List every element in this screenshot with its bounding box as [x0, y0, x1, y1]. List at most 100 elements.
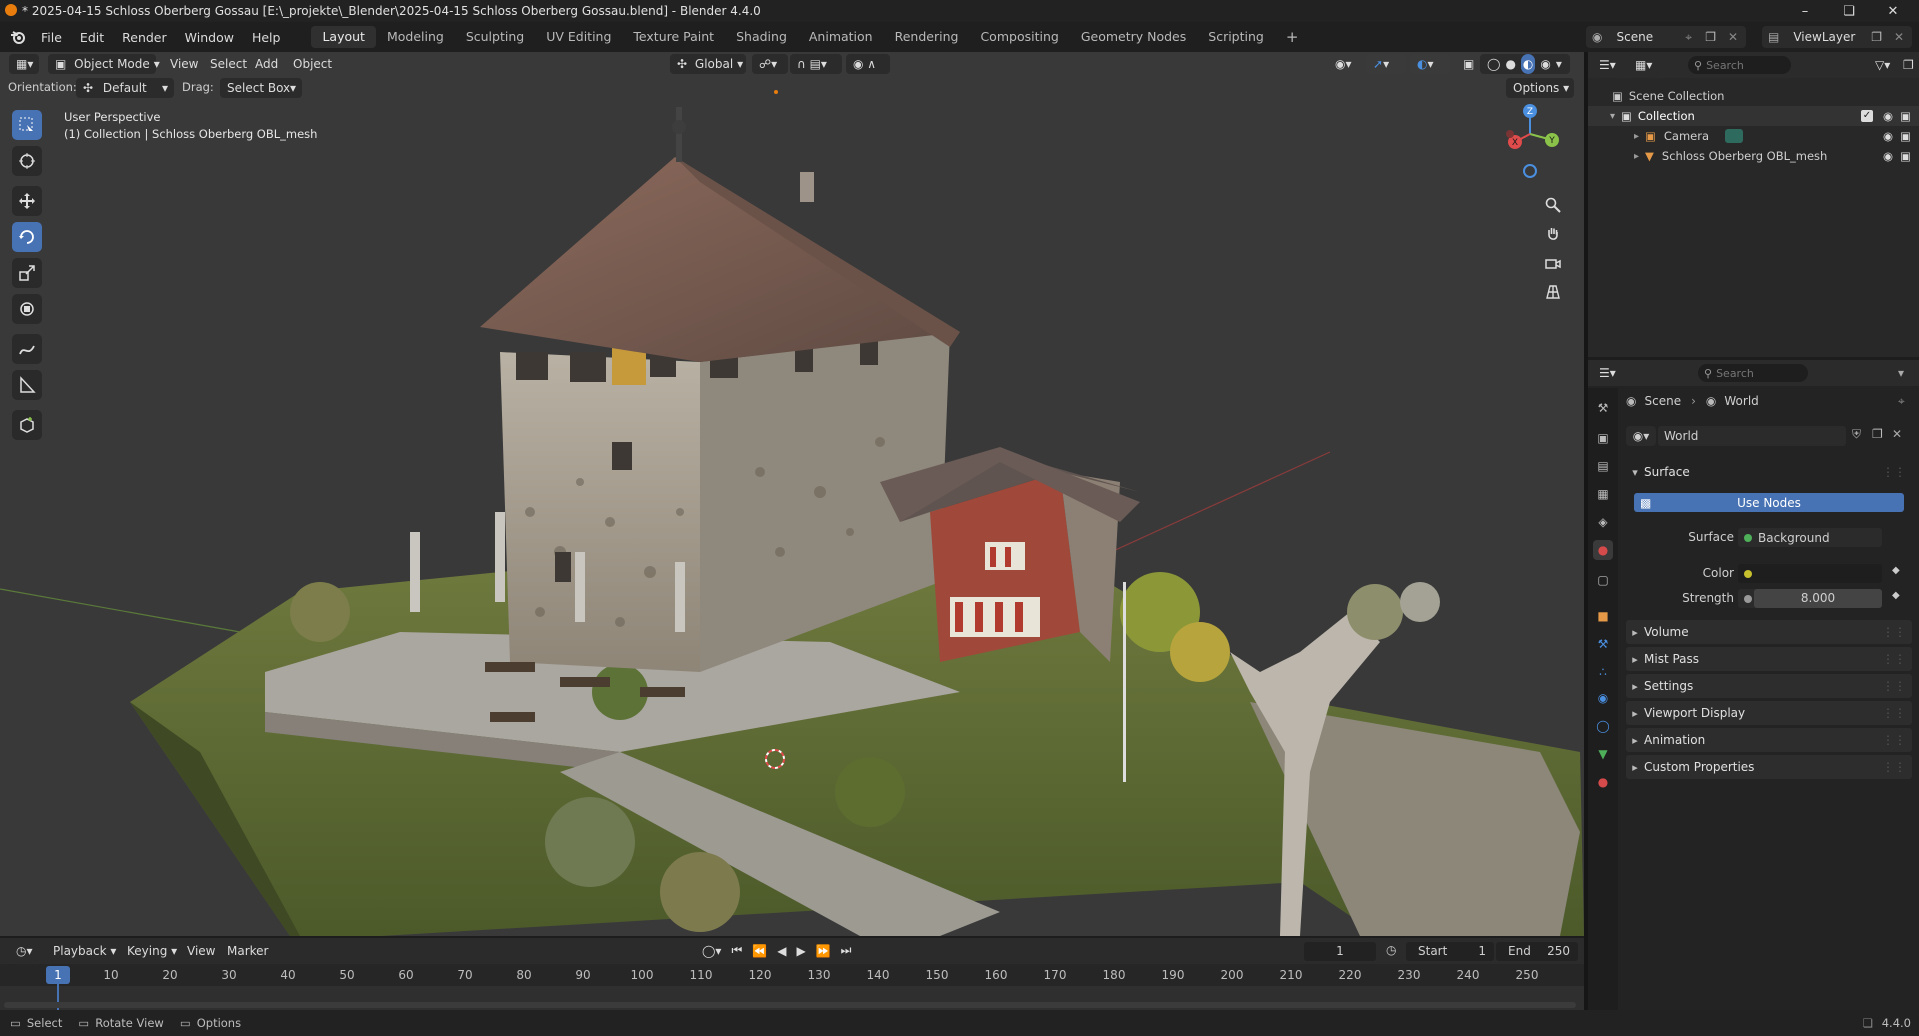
viewport-menu-select[interactable]: Select: [203, 54, 254, 74]
workspace-tab-geometry-nodes[interactable]: Geometry Nodes: [1070, 26, 1197, 48]
tab-tool-icon[interactable]: ⚒: [1593, 398, 1613, 418]
visibility-eye-icon[interactable]: ◉: [1883, 109, 1893, 123]
transform-tool[interactable]: [12, 294, 42, 324]
outliner-row-mesh[interactable]: ▸ ▼ Schloss Oberberg OBL_mesh ◉ ▣: [1588, 146, 1919, 166]
tab-object-icon[interactable]: ■: [1593, 606, 1613, 626]
maximize-button[interactable]: ❏: [1827, 0, 1871, 22]
pivot-point-selector[interactable]: ☍▾: [752, 54, 788, 74]
timeline-scrollbar[interactable]: [4, 1002, 1576, 1008]
outliner-search[interactable]: ⚲: [1688, 56, 1791, 74]
tab-particles-icon[interactable]: ∴: [1593, 662, 1613, 682]
cursor-tool[interactable]: [12, 146, 42, 176]
workspace-tab-animation[interactable]: Animation: [798, 26, 884, 48]
strength-value[interactable]: 8.000: [1754, 589, 1882, 608]
playhead-frame-indicator[interactable]: 1: [46, 966, 70, 984]
material-shading-icon[interactable]: ◐: [1520, 54, 1536, 74]
rotate-tool[interactable]: [12, 222, 42, 252]
camera-data-icon[interactable]: [1725, 129, 1744, 143]
unlink-world-icon[interactable]: ✕: [1892, 427, 1902, 441]
gizmo-toggle[interactable]: ➚▾: [1366, 54, 1406, 74]
xray-toggle[interactable]: ▣: [1456, 54, 1478, 74]
breadcrumb-world[interactable]: World: [1724, 394, 1758, 408]
shading-mode-switcher[interactable]: ◯ ● ◐ ◉ ▾: [1480, 54, 1570, 74]
world-browse-button[interactable]: ◉▾: [1626, 426, 1656, 446]
custom-properties-panel[interactable]: ▸ Custom Properties ⋮⋮: [1626, 755, 1912, 779]
tab-world-icon[interactable]: ●: [1593, 540, 1613, 560]
snapping-toggle[interactable]: ∩ ▤▾: [790, 54, 842, 74]
annotate-tool[interactable]: [12, 334, 42, 364]
workspace-tab-rendering[interactable]: Rendering: [884, 26, 970, 48]
workspace-tab-uv-editing[interactable]: UV Editing: [535, 26, 622, 48]
add-workspace-icon[interactable]: +: [1275, 26, 1310, 48]
transform-orientation-selector[interactable]: ✣ Global ▾: [670, 54, 746, 74]
workspace-tab-sculpting[interactable]: Sculpting: [455, 26, 535, 48]
drag-handle-icon[interactable]: ⋮⋮: [1882, 760, 1906, 774]
measure-tool[interactable]: [12, 370, 42, 400]
scale-tool[interactable]: [12, 258, 42, 288]
mist-pass-panel[interactable]: ▸ Mist Pass ⋮⋮: [1626, 647, 1912, 671]
render-camera-icon[interactable]: ▣: [1900, 149, 1911, 163]
drag-handle-icon[interactable]: ⋮⋮: [1882, 465, 1906, 479]
drag-handle-icon[interactable]: ⋮⋮: [1882, 652, 1906, 666]
tab-data-icon[interactable]: ▼: [1593, 744, 1613, 764]
tab-output-icon[interactable]: ▤: [1593, 456, 1613, 476]
fake-user-shield-icon[interactable]: ⛨: [1852, 427, 1861, 442]
collapse-chevron-icon[interactable]: ▾: [1610, 111, 1615, 122]
remove-view-layer-icon[interactable]: ✕: [1894, 30, 1904, 44]
duplicate-world-icon[interactable]: ❐: [1872, 427, 1883, 441]
viewport-display-panel[interactable]: ▸ Viewport Display ⋮⋮: [1626, 701, 1912, 725]
surface-panel-header[interactable]: ▾ Surface ⋮⋮: [1626, 460, 1912, 484]
navigation-gizmo[interactable]: Z Y X: [1495, 102, 1565, 192]
camera-view-icon[interactable]: [1540, 250, 1566, 276]
tab-render-icon[interactable]: ▣: [1593, 428, 1613, 448]
tab-view-layer-icon[interactable]: ▦: [1593, 484, 1613, 504]
settings-panel[interactable]: ▸ Settings ⋮⋮: [1626, 674, 1912, 698]
filter-icon[interactable]: ▽▾: [1868, 55, 1898, 75]
workspace-tab-compositing[interactable]: Compositing: [969, 26, 1069, 48]
world-name-field[interactable]: World: [1658, 426, 1846, 446]
menu-render[interactable]: Render: [113, 30, 176, 45]
blender-menu-icon[interactable]: [10, 30, 26, 44]
select-box-tool[interactable]: [12, 110, 42, 140]
workspace-tab-modeling[interactable]: Modeling: [376, 26, 455, 48]
animation-panel[interactable]: ▸ Animation ⋮⋮: [1626, 728, 1912, 752]
outliner-row-collection[interactable]: ▾ ▣ Collection ✓ ◉ ▣: [1588, 106, 1919, 126]
options-dropdown[interactable]: Options ▾: [1506, 78, 1574, 98]
mode-selector[interactable]: ▣ Object Mode ▾: [48, 54, 160, 74]
visibility-selector[interactable]: ◉▾: [1328, 54, 1364, 74]
workspace-tab-scripting[interactable]: Scripting: [1197, 26, 1275, 48]
workspace-tab-shading[interactable]: Shading: [725, 26, 798, 48]
editor-type-menu[interactable]: ▦▾: [9, 54, 39, 74]
workspace-tab-texture-paint[interactable]: Texture Paint: [622, 26, 725, 48]
drag-handle-icon[interactable]: ⋮⋮: [1882, 706, 1906, 720]
close-button[interactable]: ✕: [1871, 0, 1915, 22]
menu-window[interactable]: Window: [176, 30, 243, 45]
outliner-editor-type[interactable]: ☰▾: [1592, 55, 1622, 75]
overlays-toggle[interactable]: ◐▾: [1410, 54, 1450, 74]
volume-panel[interactable]: ▸ Volume ⋮⋮: [1626, 620, 1912, 644]
menu-file[interactable]: File: [32, 30, 71, 45]
expand-chevron-icon[interactable]: ▸: [1634, 131, 1639, 142]
3d-viewport[interactable]: ▦▾ ▣ Object Mode ▾ View Select Add Object…: [0, 52, 1584, 936]
exclude-checkbox[interactable]: ✓: [1861, 110, 1873, 122]
properties-options-icon[interactable]: ▾: [1898, 366, 1904, 380]
minimize-button[interactable]: –: [1783, 0, 1827, 22]
display-mode-selector[interactable]: ▦▾: [1628, 55, 1658, 75]
view-layer-selector[interactable]: ▤ ViewLayer ❐ ✕: [1762, 26, 1912, 48]
pin-icon[interactable]: ⌖: [1898, 394, 1905, 409]
workspace-tab-layout[interactable]: Layout: [311, 26, 376, 48]
tab-collection-icon[interactable]: ▢: [1593, 570, 1613, 590]
tab-constraints-icon[interactable]: ◯: [1593, 716, 1613, 736]
visibility-eye-icon[interactable]: ◉: [1883, 129, 1893, 143]
tab-material-icon[interactable]: ●: [1593, 772, 1613, 792]
expand-chevron-icon[interactable]: ▸: [1634, 151, 1639, 162]
proportional-editing-toggle[interactable]: ◉ ∧: [846, 54, 890, 74]
properties-editor-type[interactable]: ☰▾: [1592, 363, 1622, 383]
drag-handle-icon[interactable]: ⋮⋮: [1882, 679, 1906, 693]
tab-modifiers-wrench-icon[interactable]: ⚒: [1593, 634, 1613, 654]
new-scene-icon[interactable]: ❐: [1705, 30, 1716, 44]
move-tool[interactable]: [12, 186, 42, 216]
tab-physics-icon[interactable]: ◉: [1593, 688, 1613, 708]
drag-handle-icon[interactable]: ⋮⋮: [1882, 625, 1906, 639]
visibility-eye-icon[interactable]: ◉: [1883, 149, 1893, 163]
